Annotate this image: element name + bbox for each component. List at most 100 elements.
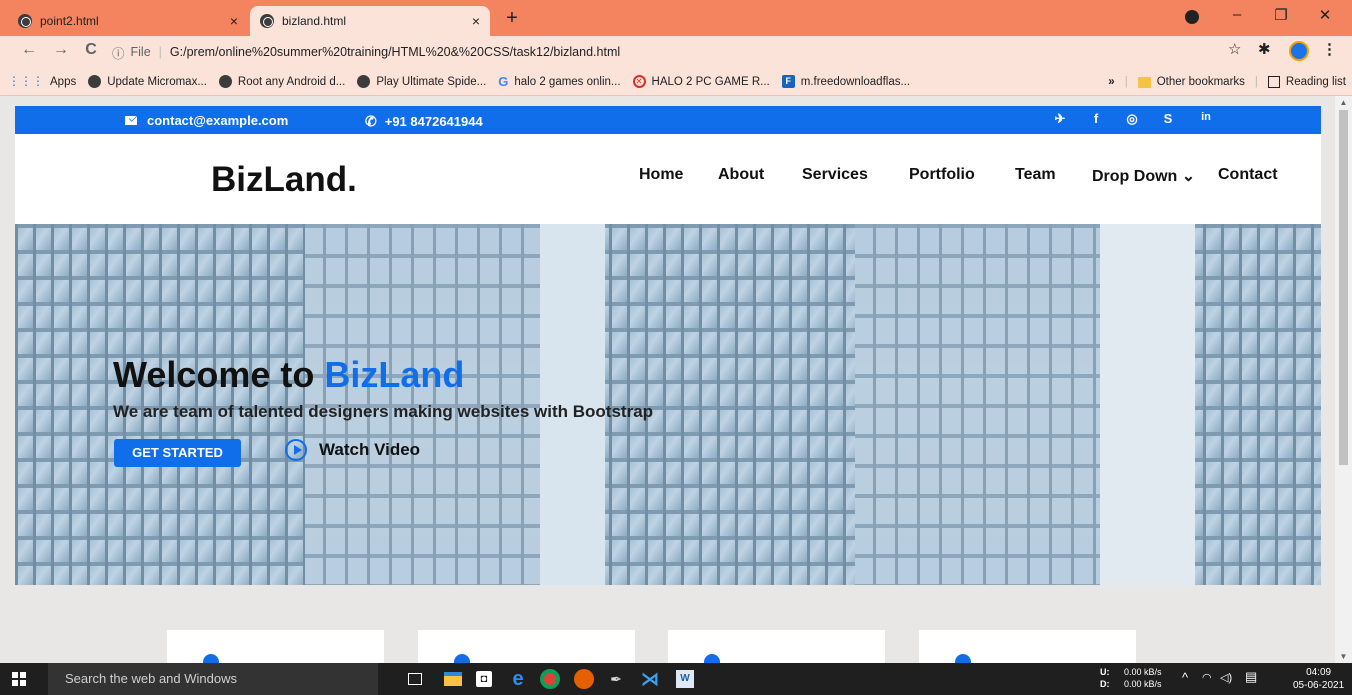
bookmark-label: Play Ultimate Spide... <box>376 75 487 88</box>
word-icon[interactable]: W <box>676 670 694 688</box>
chrome-icon[interactable] <box>540 669 560 689</box>
scroll-up-icon[interactable]: ▲ <box>1335 98 1352 107</box>
extensions-icon[interactable]: ✱ <box>1258 40 1271 58</box>
bookmark-item[interactable]: Play Ultimate Spide... <box>357 75 486 88</box>
bookmark-apps[interactable]: ⋮⋮⋮ Apps <box>8 75 76 88</box>
feature-card[interactable] <box>418 630 635 663</box>
page-scrollbar[interactable]: ▲ ▼ <box>1335 96 1352 663</box>
tab-title: point2.html <box>40 14 99 28</box>
watch-video-link[interactable]: Watch Video <box>285 439 420 461</box>
clock-date: 05-06-2021 <box>1293 680 1345 691</box>
bookmark-item[interactable]: Update Micromax... <box>88 75 207 88</box>
bookmark-star-icon[interactable]: ☆ <box>1228 40 1241 58</box>
wifi-icon[interactable]: ◠ <box>1202 672 1212 684</box>
bookmarks-overflow-button[interactable]: » <box>1108 76 1114 88</box>
hero-section: Welcome to BizLand We are team of talent… <box>15 224 1321 585</box>
address-input[interactable]: ⓘ File | G:/prem/online%20summer%20train… <box>112 40 1242 64</box>
minimize-button[interactable]: – <box>1220 6 1254 30</box>
back-button[interactable]: ← <box>18 41 40 59</box>
bookmark-item[interactable]: ✕ HALO 2 PC GAME R... <box>632 75 770 88</box>
restore-button[interactable]: ❐ <box>1264 6 1298 30</box>
tab-close-button[interactable]: × <box>472 13 480 29</box>
nav-portfolio[interactable]: Portfolio <box>909 166 975 184</box>
hero-title-brand: BizLand <box>324 354 465 395</box>
notifications-icon[interactable]: ▤ <box>1245 670 1257 683</box>
facebook-icon[interactable]: f <box>1087 111 1105 126</box>
vscode-icon[interactable]: ⋊ <box>640 669 660 689</box>
info-icon[interactable]: ⓘ <box>112 43 125 62</box>
address-bar-row: ← → C ⓘ File | G:/prem/online%20summer%2… <box>0 36 1352 68</box>
firefox-icon[interactable] <box>574 669 594 689</box>
folder-icon <box>1137 76 1151 88</box>
nav-drop-down[interactable]: Drop Down ⌄ <box>1092 166 1195 186</box>
net-speed-down: 0.00 kB/s <box>1124 679 1162 689</box>
feature-icon <box>955 654 971 663</box>
bookmark-label: halo 2 games onlin... <box>514 75 621 88</box>
reload-button[interactable]: C <box>80 41 102 59</box>
feature-card[interactable] <box>668 630 885 663</box>
tab-close-button[interactable]: × <box>230 13 238 29</box>
browser-tab-bar: point2.html × bizland.html × + – ❐ ✕ <box>0 0 1352 36</box>
other-bookmarks-label: Other bookmarks <box>1156 76 1245 88</box>
page-viewport: contact@example.com ✆ +91 8472641944 ✈ f… <box>0 96 1352 663</box>
twitter-icon[interactable]: ✈ <box>1051 111 1069 127</box>
file-explorer-icon[interactable] <box>444 672 462 686</box>
bookmark-item[interactable]: G halo 2 games onlin... <box>498 75 620 88</box>
linkedin-icon[interactable]: in <box>1197 111 1215 123</box>
tab-bizland[interactable]: bizland.html × <box>250 6 490 36</box>
bookmark-item[interactable]: Root any Android d... <box>218 75 345 88</box>
tab-title: bizland.html <box>282 14 347 28</box>
task-view-icon[interactable] <box>408 673 422 685</box>
feature-card[interactable] <box>167 630 384 663</box>
phone-text: +91 8472641944 <box>384 114 483 129</box>
nav-services[interactable]: Services <box>802 166 868 184</box>
email-contact[interactable]: contact@example.com <box>125 113 288 128</box>
edge-icon[interactable]: e <box>508 669 528 689</box>
net-speed: 0.00 kB/s 0.00 kB/s <box>1124 666 1162 690</box>
close-window-button[interactable]: ✕ <box>1308 6 1342 30</box>
tab-point2[interactable]: point2.html × <box>8 6 248 36</box>
nav-about[interactable]: About <box>718 166 764 184</box>
bizland-page: contact@example.com ✆ +91 8472641944 ✈ f… <box>15 96 1321 663</box>
pen-icon[interactable]: ✒ <box>606 669 626 689</box>
divider: | <box>158 45 162 59</box>
new-tab-button[interactable]: + <box>500 7 524 30</box>
show-hidden-icons-icon[interactable]: ^ <box>1182 671 1188 684</box>
google-icon: G <box>498 74 509 89</box>
envelope-icon <box>125 116 137 125</box>
globe-icon <box>357 75 371 88</box>
nav-home[interactable]: Home <box>639 166 683 184</box>
globe-icon <box>218 75 232 88</box>
get-started-button[interactable]: GET STARTED <box>114 439 241 467</box>
hero-title-prefix: Welcome to <box>113 354 325 395</box>
bookmark-label: Apps <box>50 75 77 88</box>
store-icon[interactable]: ◘ <box>476 671 492 687</box>
windows-taskbar: Search the web and Windows ◘ e ✒ ⋊ W U: D… <box>0 663 1352 695</box>
menu-icon[interactable]: ⋮ <box>1322 40 1337 58</box>
globe-icon <box>88 75 102 88</box>
scroll-thumb[interactable] <box>1339 110 1348 465</box>
skype-icon[interactable]: S <box>1159 111 1177 126</box>
halo-icon: ✕ <box>632 75 646 88</box>
top-contact-bar: contact@example.com ✆ +91 8472641944 ✈ f… <box>15 106 1321 134</box>
taskbar-search-input[interactable]: Search the web and Windows <box>48 663 378 695</box>
profile-icon[interactable] <box>1185 10 1199 24</box>
nav-team[interactable]: Team <box>1015 166 1056 184</box>
windows-start-icon[interactable] <box>12 672 26 686</box>
reading-list[interactable]: Reading list <box>1267 76 1346 88</box>
volume-icon[interactable]: ◁) <box>1220 672 1232 684</box>
feature-icon <box>704 654 720 663</box>
phone-icon: ✆ <box>365 113 377 129</box>
other-bookmarks[interactable]: Other bookmarks <box>1137 76 1245 88</box>
forward-button[interactable]: → <box>50 41 72 59</box>
phone-contact[interactable]: ✆ +91 8472641944 <box>365 113 483 130</box>
site-logo[interactable]: BizLand. <box>211 160 357 200</box>
site-header: BizLand. Home About Services Portfolio T… <box>15 134 1321 224</box>
instagram-icon[interactable]: ◎ <box>1123 111 1141 127</box>
taskbar-clock[interactable]: 04:09 05-06-2021 <box>1293 666 1344 692</box>
feature-card[interactable] <box>919 630 1136 663</box>
nav-contact[interactable]: Contact <box>1218 166 1278 184</box>
account-avatar[interactable] <box>1289 41 1309 61</box>
scroll-down-icon[interactable]: ▼ <box>1335 652 1352 661</box>
bookmark-item[interactable]: F m.freedownloadflas... <box>781 75 910 88</box>
